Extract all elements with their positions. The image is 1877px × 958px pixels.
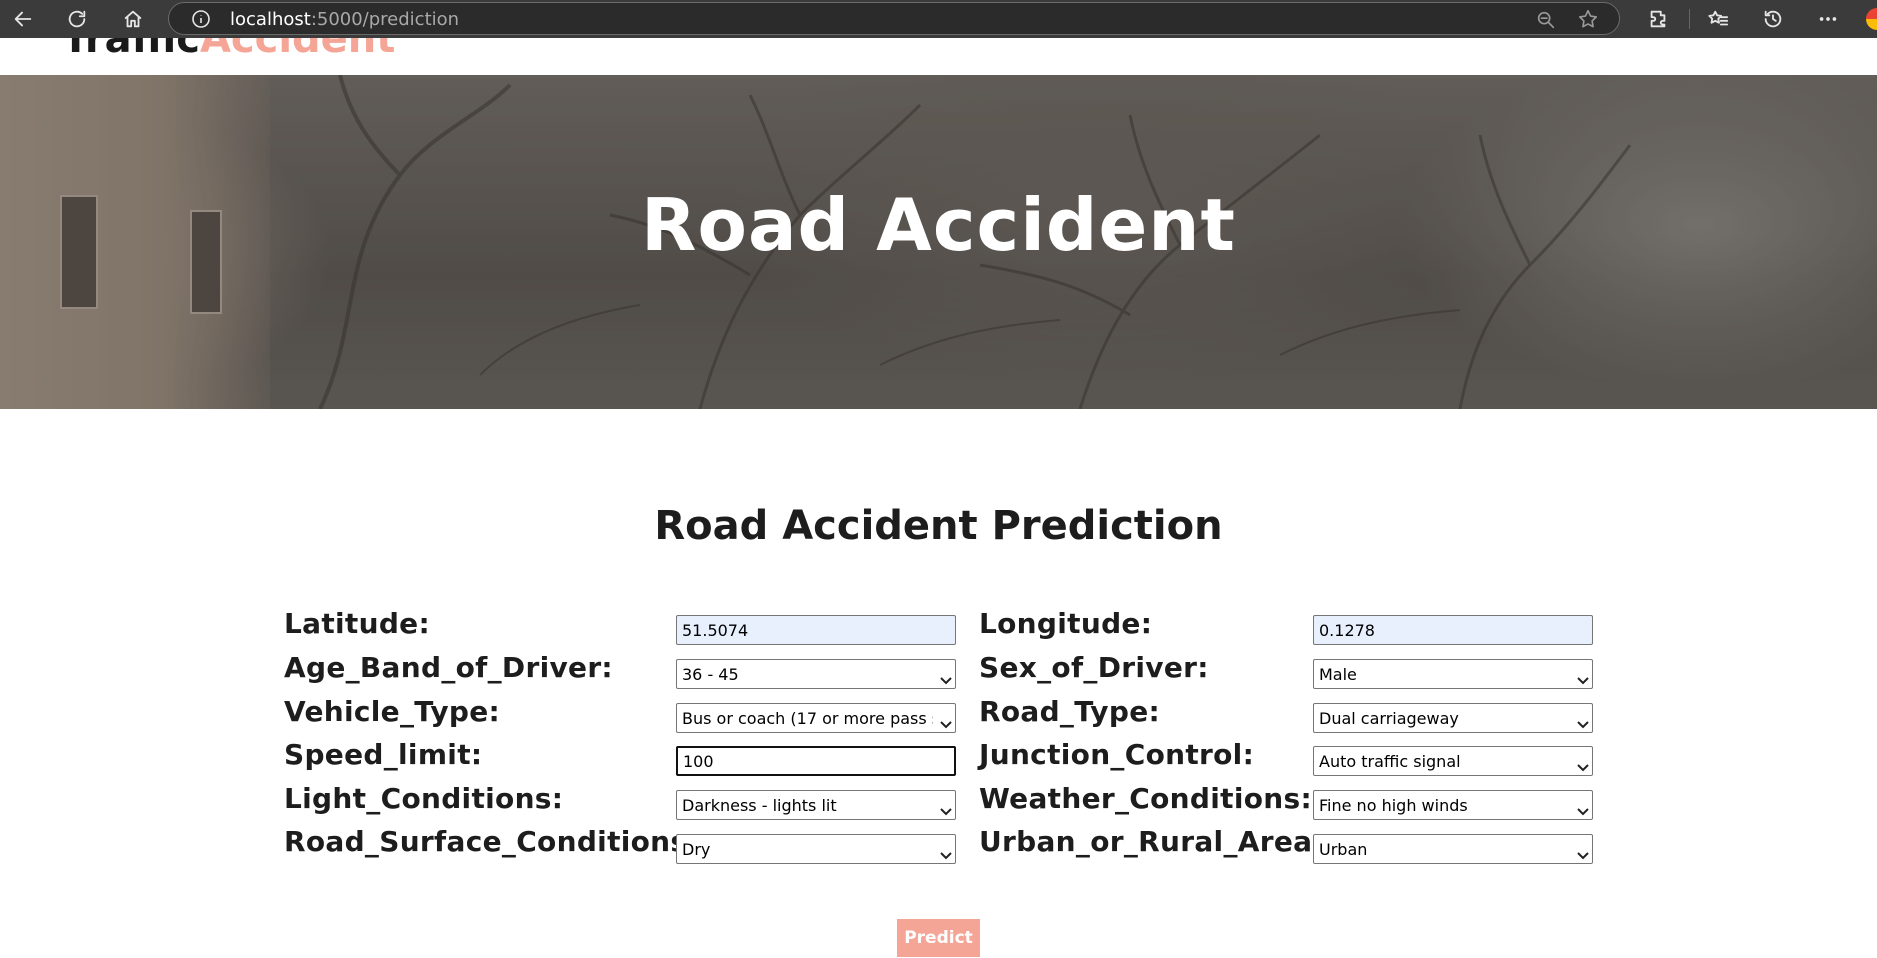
vehicle-type-label: Vehicle_Type: (284, 695, 501, 728)
site-logo[interactable]: TrafficAccident (62, 38, 395, 62)
sex-select[interactable]: Male (1313, 659, 1593, 689)
hero-banner: Road Accident (0, 75, 1877, 409)
age-band-select[interactable]: 36 - 45 (676, 659, 956, 689)
site-navbar: TrafficAccident (0, 38, 1877, 75)
form-title: Road Accident Prediction (654, 503, 1223, 549)
more-options-icon[interactable] (1813, 4, 1843, 34)
predict-button[interactable]: Predict (897, 919, 980, 957)
chevron-down-icon[interactable] (1577, 714, 1589, 729)
chevron-down-icon[interactable] (940, 714, 952, 729)
back-arrow-icon[interactable] (8, 4, 38, 34)
hero-title: Road Accident (641, 183, 1236, 267)
road-type-select[interactable]: Dual carriageway (1313, 703, 1593, 733)
vehicle-type-select[interactable]: Bus or coach (17 or more pass se (676, 703, 956, 733)
light-conditions-select[interactable]: Darkness - lights lit (676, 790, 956, 820)
logo-part-2: Accident (199, 38, 396, 62)
longitude-input[interactable] (1313, 615, 1593, 645)
address-bar[interactable]: localhost:5000/prediction (168, 2, 1620, 35)
light-conditions-label: Light_Conditions: (284, 782, 564, 815)
chevron-down-icon[interactable] (940, 670, 952, 685)
road-type-label: Road_Type: (979, 695, 1160, 728)
junction-control-label: Junction_Control: (979, 738, 1255, 771)
favorite-star-icon[interactable] (1577, 8, 1601, 32)
weather-conditions-select[interactable]: Fine no high winds (1313, 790, 1593, 820)
sex-label: Sex_of_Driver: (979, 651, 1209, 684)
chevron-down-icon[interactable] (1577, 845, 1589, 860)
zoom-out-icon[interactable] (1535, 9, 1557, 31)
refresh-icon[interactable] (62, 4, 92, 34)
urban-rural-select[interactable]: Urban (1313, 834, 1593, 864)
address-url[interactable]: localhost:5000/prediction (230, 9, 459, 30)
weather-conditions-label: Weather_Conditions: (979, 782, 1312, 815)
toolbar-divider (1689, 9, 1690, 29)
chevron-down-icon[interactable] (940, 845, 952, 860)
road-surface-label: Road_Surface_Conditions: (284, 825, 699, 858)
road-surface-select[interactable]: Dry (676, 834, 956, 864)
chevron-down-icon[interactable] (1577, 670, 1589, 685)
home-icon[interactable] (118, 4, 148, 34)
url-path: :5000/prediction (310, 9, 460, 30)
browser-toolbar: localhost:5000/prediction (0, 0, 1877, 38)
url-host: localhost (230, 9, 311, 30)
chevron-down-icon[interactable] (1577, 757, 1589, 772)
latitude-input[interactable] (676, 615, 956, 645)
logo-part-1: Traffic (62, 38, 200, 62)
history-icon[interactable] (1758, 4, 1788, 34)
chevron-down-icon[interactable] (1577, 801, 1589, 816)
urban-rural-label: Urban_or_Rural_Area: (979, 825, 1324, 858)
longitude-label: Longitude: (979, 607, 1153, 640)
age-band-label: Age_Band_of_Driver: (284, 651, 613, 684)
site-info-icon[interactable] (191, 9, 211, 29)
favorites-icon[interactable] (1703, 4, 1733, 34)
latitude-label: Latitude: (284, 607, 430, 640)
profile-copilot-icon[interactable] (1866, 8, 1877, 30)
speed-limit-label: Speed_limit: (284, 738, 483, 771)
chevron-down-icon[interactable] (940, 801, 952, 816)
extensions-icon[interactable] (1643, 4, 1673, 34)
junction-control-select[interactable]: Auto traffic signal (1313, 746, 1593, 776)
speed-limit-input[interactable] (676, 746, 956, 776)
